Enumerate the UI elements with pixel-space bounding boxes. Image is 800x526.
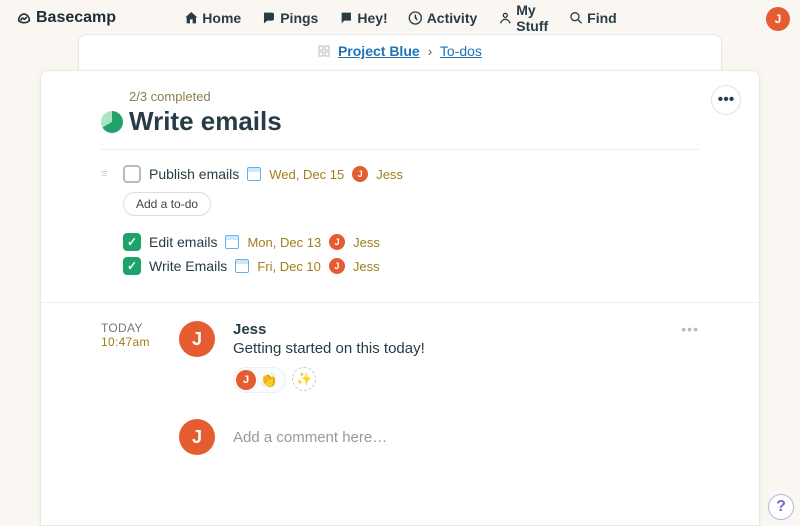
comment-time: 10:47am (101, 335, 161, 349)
todo-title: Write Emails (149, 258, 227, 274)
main-nav: Home Pings Hey! Activity My Stuff Find (183, 2, 616, 34)
nav-pings[interactable]: Pings (261, 10, 318, 26)
reaction-chip[interactable]: J 👏 (233, 367, 286, 393)
nav-home-label: Home (202, 10, 241, 26)
todo-title: Publish emails (149, 166, 239, 182)
divider (101, 149, 699, 150)
breadcrumb-project-link[interactable]: Project Blue (338, 43, 420, 59)
drag-handle-icon[interactable] (101, 236, 115, 248)
reactions: J 👏 ✨ (233, 367, 663, 393)
current-user-avatar[interactable]: J (766, 7, 790, 31)
add-todo-button[interactable]: Add a to-do (123, 192, 211, 216)
comment-author: Jess (233, 321, 663, 338)
calendar-icon (235, 259, 249, 273)
brand-logo[interactable]: Basecamp (16, 9, 116, 27)
list-header: 2/3 completed Write emails (41, 89, 759, 149)
comment-more-button[interactable]: ••• (681, 321, 699, 393)
drag-handle-icon[interactable] (101, 260, 115, 272)
todo-checkbox[interactable] (123, 165, 141, 183)
pings-icon (261, 10, 277, 26)
reaction-avatar: J (236, 370, 256, 390)
calendar-icon (225, 235, 239, 249)
breadcrumb: Project Blue › To-dos (78, 34, 722, 74)
todo-section: ≡ Publish emails Wed, Dec 15 J Jess Add … (41, 162, 759, 278)
todo-row[interactable]: Write Emails Fri, Dec 10 J Jess (101, 254, 699, 278)
todo-checkbox[interactable] (123, 233, 141, 251)
todo-row[interactable]: Edit emails Mon, Dec 13 J Jess (101, 230, 699, 254)
add-reaction-button[interactable]: ✨ (292, 367, 316, 391)
completed-count: 2/3 completed (129, 89, 699, 104)
assignee-avatar: J (329, 258, 345, 274)
card-more-button[interactable]: ••• (711, 85, 741, 115)
nav-pings-label: Pings (280, 10, 318, 26)
nav-activity-label: Activity (427, 10, 478, 26)
calendar-icon (247, 167, 261, 181)
comment-body: Jess Getting started on this today! J 👏 … (233, 321, 663, 393)
comment-input[interactable]: Add a comment here… (233, 429, 699, 446)
ellipsis-icon: ••• (718, 91, 735, 109)
sparkle-icon: ✨ (296, 371, 312, 387)
top-nav: Basecamp Home Pings Hey! Activity My Stu… (0, 0, 800, 34)
nav-mystuff[interactable]: My Stuff (497, 2, 548, 34)
todo-row[interactable]: ≡ Publish emails Wed, Dec 15 J Jess (101, 162, 699, 186)
nav-hey-label: Hey! (357, 10, 387, 26)
comment-text: Getting started on this today! (233, 340, 663, 357)
brand-name: Basecamp (36, 9, 116, 27)
list-title: Write emails (129, 106, 282, 137)
assignee-avatar: J (352, 166, 368, 182)
assignee-name: Jess (353, 259, 380, 274)
hey-icon (338, 10, 354, 26)
completed-todos: Edit emails Mon, Dec 13 J Jess Write Ema… (101, 230, 699, 278)
progress-pie-icon (101, 111, 123, 133)
nav-activity[interactable]: Activity (408, 10, 478, 26)
home-icon (183, 10, 199, 26)
mystuff-icon (497, 10, 513, 26)
assignee-avatar: J (329, 234, 345, 250)
nav-mystuff-label: My Stuff (516, 2, 548, 34)
nav-home[interactable]: Home (183, 10, 241, 26)
comment-author-avatar: J (179, 321, 215, 357)
grid-icon (318, 44, 330, 56)
current-user-avatar-small: J (179, 419, 215, 455)
todo-checkbox[interactable] (123, 257, 141, 275)
comment-timestamp: TODAY 10:47am (101, 321, 161, 393)
search-icon (568, 10, 584, 26)
comment: TODAY 10:47am J Jess Getting started on … (41, 303, 759, 393)
clap-emoji-icon: 👏 (260, 372, 277, 389)
basecamp-logo-icon (16, 10, 32, 26)
breadcrumb-separator: › (428, 43, 433, 59)
add-comment-row: J Add a comment here… (41, 393, 759, 455)
todo-date: Wed, Dec 15 (269, 167, 344, 182)
todo-date: Fri, Dec 10 (257, 259, 321, 274)
assignee-name: Jess (376, 167, 403, 182)
drag-handle-icon[interactable]: ≡ (101, 168, 115, 180)
todo-list-card: ••• 2/3 completed Write emails ≡ Publish… (40, 70, 760, 526)
todo-title: Edit emails (149, 234, 217, 250)
nav-find[interactable]: Find (568, 10, 617, 26)
breadcrumb-section-link[interactable]: To-dos (440, 43, 482, 59)
help-button[interactable]: ? (768, 494, 794, 520)
comment-day: TODAY (101, 321, 161, 335)
activity-icon (408, 10, 424, 26)
assignee-name: Jess (353, 235, 380, 250)
todo-date: Mon, Dec 13 (247, 235, 321, 250)
nav-find-label: Find (587, 10, 617, 26)
nav-hey[interactable]: Hey! (338, 10, 387, 26)
